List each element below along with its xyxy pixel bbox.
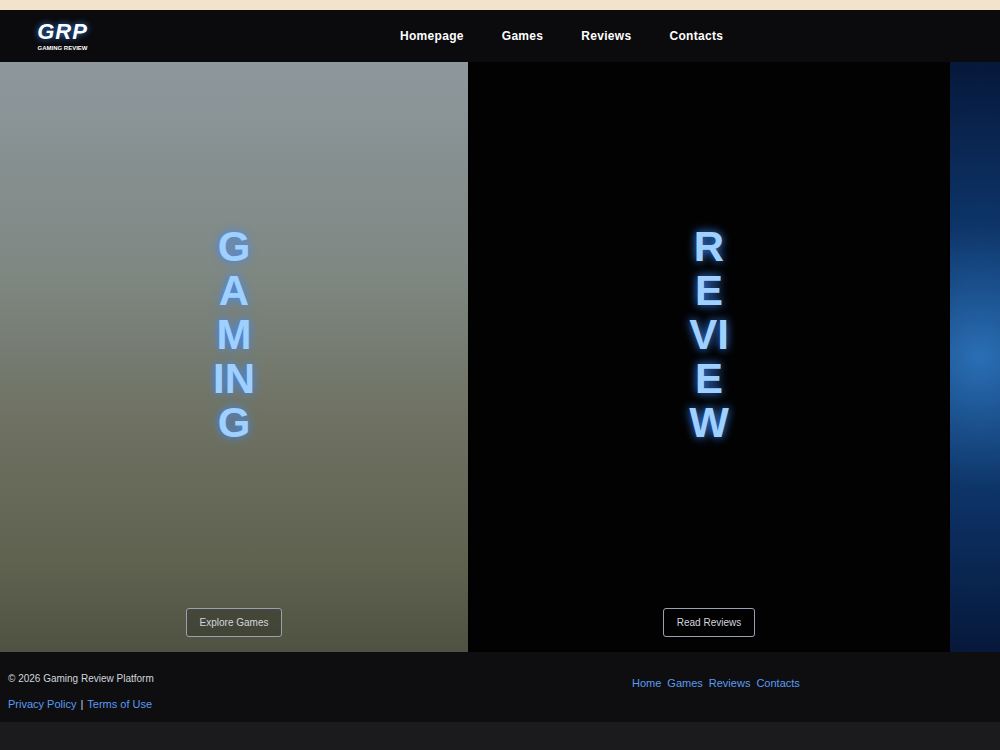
hero-panels: GAMING Explore Games REVIEW Read Reviews bbox=[0, 62, 1000, 652]
logo-mark: GRP bbox=[37, 21, 88, 43]
nav-link[interactable]: Homepage bbox=[400, 27, 464, 45]
panel-title-area: GAMING bbox=[213, 62, 255, 608]
panel-button[interactable]: Explore Games bbox=[186, 608, 283, 637]
nav-link[interactable]: Games bbox=[502, 27, 544, 45]
panel-title: REVIEW bbox=[688, 225, 730, 445]
copyright: © 2026 Gaming Review Platform bbox=[8, 671, 632, 686]
top-strip bbox=[0, 0, 1000, 10]
nav-link[interactable]: Reviews bbox=[581, 27, 631, 45]
logo-name: GAMING REVIEW bbox=[37, 45, 87, 51]
hero-panel: GAMING Explore Games bbox=[0, 62, 468, 652]
footer-link[interactable]: Contacts bbox=[756, 675, 799, 722]
footer: © 2026 Gaming Review Platform Privacy Po… bbox=[0, 652, 1000, 722]
nav-link[interactable]: Contacts bbox=[669, 27, 723, 45]
footer-link[interactable]: Reviews bbox=[709, 675, 751, 722]
footer-nav: HomeGamesReviewsContacts bbox=[632, 652, 800, 722]
main-nav: Homepage Games Reviews Contacts bbox=[400, 27, 723, 45]
legal-separator: | bbox=[80, 696, 83, 713]
bottom-strip bbox=[0, 722, 1000, 750]
legal-link[interactable]: Terms of Use bbox=[87, 696, 152, 713]
header: GRP GAMING REVIEW Homepage Games Reviews Con… bbox=[0, 10, 1000, 62]
hero-panel-partial bbox=[950, 62, 1000, 652]
panel-title-area: REVIEW bbox=[688, 62, 730, 608]
hero-panel: REVIEW Read Reviews bbox=[470, 62, 948, 652]
legal-link[interactable]: Privacy Policy bbox=[8, 696, 76, 713]
footer-link[interactable]: Games bbox=[667, 675, 702, 722]
logo[interactable]: GRP GAMING REVIEW bbox=[25, 21, 100, 51]
footer-link[interactable]: Home bbox=[632, 675, 661, 722]
panel-button[interactable]: Read Reviews bbox=[663, 608, 755, 637]
legal-links: Privacy Policy|Terms of Use bbox=[8, 696, 632, 713]
panel-title: GAMING bbox=[213, 225, 255, 445]
